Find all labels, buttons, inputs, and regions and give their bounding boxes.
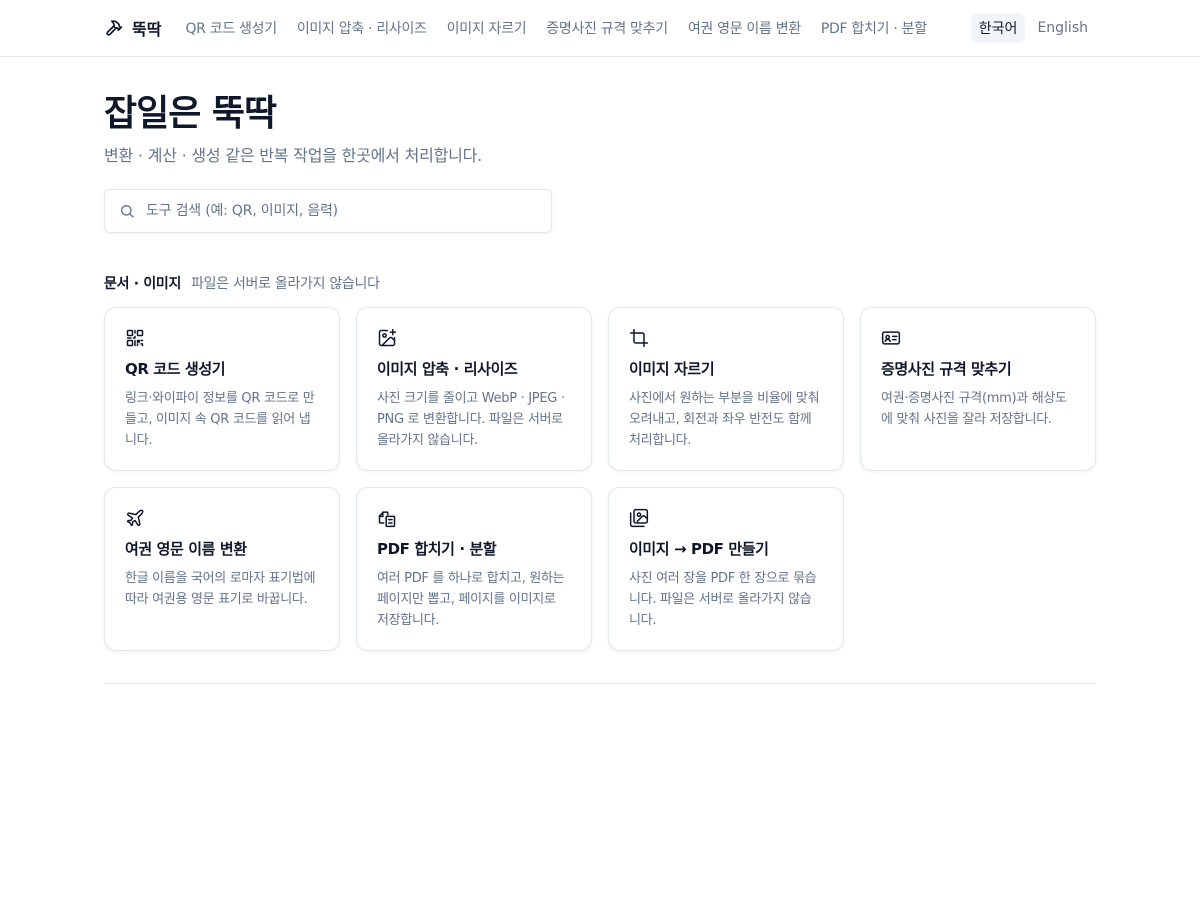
tool-card-image-to-pdf[interactable]: 이미지 → PDF 만들기 사진 여러 장을 PDF 한 장으로 묶습니다. 파…: [608, 487, 844, 651]
tool-card-passport-name[interactable]: 여권 영문 이름 변환 한글 이름을 국어의 로마자 표기법에 따라 여권용 영…: [104, 487, 340, 651]
tool-grid: QR 코드 생성기 링크·와이파이 정보를 QR 코드로 만들고, 이미지 속 …: [104, 307, 1096, 651]
copy-files-icon: [377, 508, 397, 528]
tool-card-desc: 한글 이름을 국어의 로마자 표기법에 따라 여권용 영문 표기로 바꿉니다.: [125, 571, 316, 607]
search-icon: [119, 203, 135, 219]
id-card-icon: [881, 328, 901, 348]
crop-icon: [629, 328, 649, 348]
top-header: 뚝딱 QR 코드 생성기 이미지 압축 · 리사이즈 이미지 자르기 증명사진 …: [0, 0, 1200, 57]
nav-image-crop[interactable]: 이미지 자르기: [439, 13, 535, 43]
tool-card-image-crop[interactable]: 이미지 자르기 사진에서 원하는 부분을 비율에 맞춰 오려내고, 회전과 좌우…: [608, 307, 844, 471]
tool-card-desc: 사진 크기를 줄이고 WebP · JPEG · PNG 로 변환합니다. 파일…: [377, 391, 565, 448]
tool-card-id-photo[interactable]: 증명사진 규격 맞추기 여권·증명사진 규격(mm)과 해상도에 맞춰 사진을 …: [860, 307, 1096, 471]
section-title: 문서 · 이미지: [104, 276, 182, 292]
main-nav: QR 코드 생성기 이미지 압축 · 리사이즈 이미지 자르기 증명사진 규격 …: [177, 13, 970, 43]
footer-divider: [104, 683, 1096, 684]
tool-card-title: QR 코드 생성기: [125, 360, 226, 378]
tool-card-desc: 사진 여러 장을 PDF 한 장으로 묶습니다. 파일은 서버로 올라가지 않습…: [629, 571, 817, 628]
images-icon: [629, 508, 649, 528]
tool-card-image-compress[interactable]: 이미지 압축 · 리사이즈 사진 크기를 줄이고 WebP · JPEG · P…: [356, 307, 592, 471]
brand-link[interactable]: 뚝딱: [104, 16, 161, 40]
nav-passport-name[interactable]: 여권 영문 이름 변환: [680, 13, 809, 43]
nav-id-photo[interactable]: 증명사진 규격 맞추기: [538, 13, 676, 43]
plane-icon: [125, 508, 145, 528]
hammer-icon: [104, 18, 124, 38]
tool-card-title: 여권 영문 이름 변환: [125, 540, 247, 558]
section-header: 문서 · 이미지 파일은 서버로 올라가지 않습니다: [104, 273, 380, 293]
tool-card-pdf-merge[interactable]: PDF 합치기 · 분할 여러 PDF 를 하나로 합치고, 원하는 페이지만 …: [356, 487, 592, 651]
tool-card-desc: 사진에서 원하는 부분을 비율에 맞춰 오려내고, 회전과 좌우 반전도 함께 …: [629, 391, 820, 448]
tool-card-title: PDF 합치기 · 분할: [377, 540, 497, 558]
header-inner: 뚝딱 QR 코드 생성기 이미지 압축 · 리사이즈 이미지 자르기 증명사진 …: [104, 0, 1096, 56]
tool-card-title: 이미지 → PDF 만들기: [629, 540, 769, 558]
tool-card-title: 증명사진 규격 맞추기: [881, 360, 1012, 378]
tool-card-desc: 링크·와이파이 정보를 QR 코드로 만들고, 이미지 속 QR 코드를 읽어 …: [125, 391, 315, 448]
nav-image-compress[interactable]: 이미지 압축 · 리사이즈: [289, 13, 435, 43]
tool-card-qr-code[interactable]: QR 코드 생성기 링크·와이파이 정보를 QR 코드로 만들고, 이미지 속 …: [104, 307, 340, 471]
tool-card-title: 이미지 자르기: [629, 360, 715, 378]
image-resize-icon: [377, 328, 397, 348]
page-subtitle: 변환 · 계산 · 생성 같은 반복 작업을 한곳에서 처리합니다.: [104, 146, 483, 165]
page-title: 잡일은 뚝딱: [104, 93, 277, 134]
lang-english-button[interactable]: English: [1029, 15, 1096, 41]
tool-card-title: 이미지 압축 · 리사이즈: [377, 360, 518, 378]
nav-pdf-merge[interactable]: PDF 합치기 · 분할: [813, 13, 935, 43]
lang-korean-button[interactable]: 한국어: [970, 13, 1026, 43]
language-switcher: 한국어 English: [970, 13, 1096, 43]
search-input[interactable]: [146, 203, 526, 219]
brand-name: 뚝딱: [132, 20, 162, 39]
tool-card-desc: 여러 PDF 를 하나로 합치고, 원하는 페이지만 뽑고, 페이지를 이미지로…: [377, 571, 565, 628]
qr-code-icon: [125, 328, 145, 348]
section-note: 파일은 서버로 올라가지 않습니다: [191, 276, 380, 292]
nav-qr-code[interactable]: QR 코드 생성기: [177, 13, 284, 43]
tool-card-desc: 여권·증명사진 규격(mm)과 해상도에 맞춰 사진을 잘라 저장합니다.: [881, 391, 1067, 427]
search-box[interactable]: [104, 189, 552, 233]
